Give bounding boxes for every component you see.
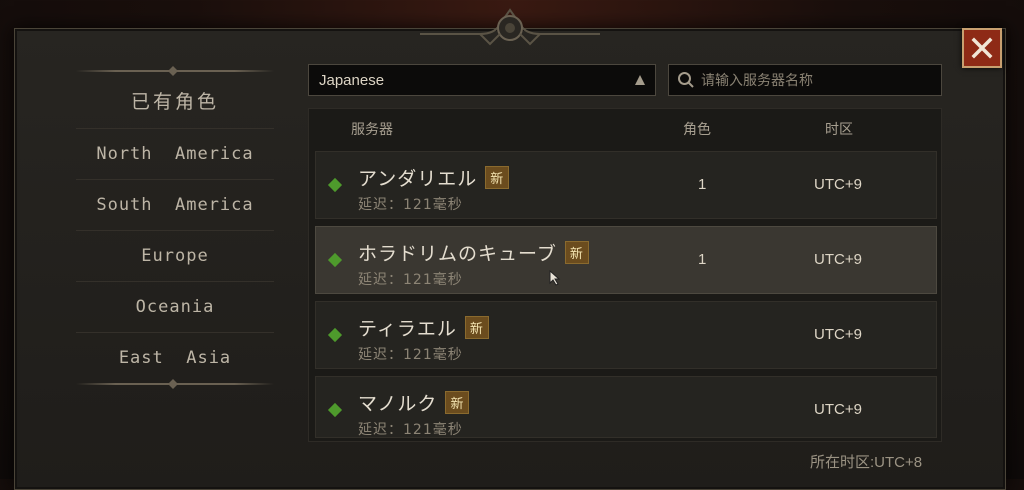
server-timezone: UTC+9 xyxy=(814,251,862,268)
status-indicator xyxy=(327,177,343,193)
sidebar-item-label: North America xyxy=(96,144,254,164)
server-timezone: UTC+9 xyxy=(814,401,862,418)
sidebar-item-oceania[interactable]: Oceania xyxy=(76,282,274,333)
sidebar-item-label: Oceania xyxy=(135,297,215,317)
search-icon xyxy=(678,72,694,88)
server-latency: 延迟：121毫秒 xyxy=(358,272,463,288)
new-badge: 新 xyxy=(445,391,470,414)
sidebar-item-north-america[interactable]: North America xyxy=(76,129,274,180)
divider-ornament-icon xyxy=(168,66,178,76)
server-row[interactable]: アンダリエル新 延迟：121毫秒 1 UTC+9 xyxy=(315,151,937,219)
divider xyxy=(76,379,274,389)
server-name: マノルク xyxy=(358,393,438,415)
character-count: 1 xyxy=(698,176,707,193)
new-badge: 新 xyxy=(564,241,589,264)
close-button[interactable] xyxy=(962,28,1002,68)
server-name: ホラドリムのキューブ xyxy=(358,243,557,265)
status-indicator xyxy=(327,327,343,343)
mouse-cursor-icon xyxy=(549,270,561,286)
local-timezone-label: 所在时区:UTC+8 xyxy=(810,454,923,471)
search-placeholder: 请输入服务器名称 xyxy=(701,73,813,89)
region-sidebar: 已有角色 North America South America Europe … xyxy=(76,66,274,389)
server-name: ティラエル xyxy=(358,318,457,340)
server-latency: 延迟：121毫秒 xyxy=(358,347,463,363)
server-row[interactable]: ティラエル新 延迟：121毫秒 UTC+9 xyxy=(315,301,937,369)
server-table: 服务器 角色 时区 アンダリエル新 延迟：121毫秒 1 UTC+9 ホラドリム… xyxy=(308,108,942,442)
character-count: 1 xyxy=(698,251,707,268)
sidebar-item-east-asia[interactable]: East Asia xyxy=(76,333,274,383)
sidebar-item-label: South America xyxy=(96,195,254,215)
table-header: 服务器 角色 时区 xyxy=(309,109,941,147)
server-name: アンダリエル xyxy=(358,168,478,190)
server-timezone: UTC+9 xyxy=(814,176,862,193)
divider xyxy=(76,66,274,76)
server-search-input[interactable]: 请输入服务器名称 xyxy=(668,64,942,96)
language-dropdown[interactable]: Japanese xyxy=(308,64,656,96)
close-icon xyxy=(971,37,993,59)
sidebar-item-label: 已有角色 xyxy=(130,90,219,113)
header-timezone: 时区 xyxy=(825,122,853,138)
server-latency: 延迟：121毫秒 xyxy=(358,197,463,213)
sidebar-item-label: Europe xyxy=(141,246,209,266)
server-row[interactable]: マノルク新 延迟：121毫秒 UTC+9 xyxy=(315,376,937,438)
server-row-selected[interactable]: ホラドリムのキューブ新 延迟：121毫秒 1 UTC+9 xyxy=(315,226,937,294)
sidebar-item-existing-characters[interactable]: 已有角色 xyxy=(76,72,274,129)
new-badge: 新 xyxy=(464,316,489,339)
dropdown-arrow-icon xyxy=(635,75,645,85)
header-server: 服务器 xyxy=(351,122,393,138)
sidebar-item-europe[interactable]: Europe xyxy=(76,231,274,282)
sidebar-item-label: East Asia xyxy=(118,348,232,368)
server-timezone: UTC+9 xyxy=(814,326,862,343)
crest-ornament-icon xyxy=(420,8,600,46)
divider-ornament-icon xyxy=(168,379,178,389)
new-badge: 新 xyxy=(485,166,510,189)
sidebar-item-south-america[interactable]: South America xyxy=(76,180,274,231)
status-indicator xyxy=(327,252,343,268)
header-characters: 角色 xyxy=(683,122,711,138)
status-indicator xyxy=(327,402,343,418)
language-dropdown-value: Japanese xyxy=(319,71,385,89)
server-latency: 延迟：121毫秒 xyxy=(358,422,463,438)
